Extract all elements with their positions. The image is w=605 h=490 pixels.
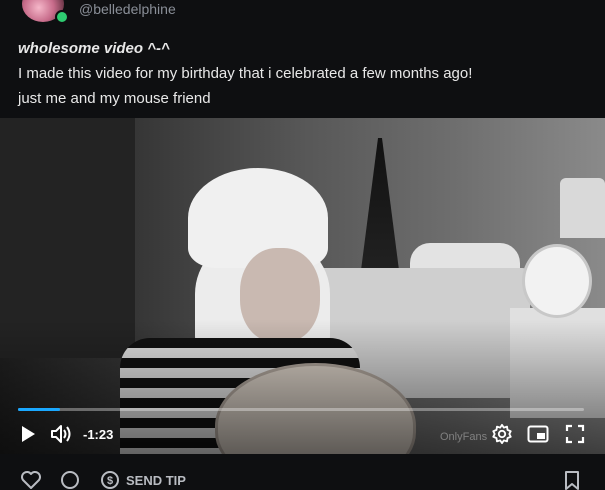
bookmark-icon: [565, 471, 579, 490]
post-line-2: just me and my mouse friend: [18, 90, 211, 107]
picture-in-picture-icon: [527, 425, 549, 443]
volume-button[interactable]: [49, 422, 75, 446]
video-progress-fill: [18, 408, 61, 411]
post-header: @belledelphine: [0, 0, 605, 30]
online-status-dot: [55, 10, 69, 24]
like-button[interactable]: [20, 470, 42, 490]
video-progress-bar[interactable]: [18, 408, 584, 411]
video-watermark: OnlyFans: [440, 431, 488, 443]
play-icon: [22, 426, 35, 442]
post-actions: $ SEND TIP: [0, 464, 605, 490]
bookmark-button[interactable]: [563, 470, 581, 490]
video-player[interactable]: -1:23 OnlyFans: [0, 118, 605, 454]
heart-icon: [21, 471, 41, 489]
dollar-circle-icon: $: [101, 471, 119, 489]
picture-in-picture-button[interactable]: [526, 422, 550, 446]
comment-button[interactable]: [60, 470, 80, 490]
send-tip-button[interactable]: $ SEND TIP: [100, 470, 186, 490]
username-link[interactable]: @belledelphine: [79, 1, 176, 17]
time-remaining: -1:23: [83, 426, 114, 442]
send-tip-label: SEND TIP: [126, 472, 186, 488]
settings-button[interactable]: [490, 422, 514, 446]
fullscreen-icon: [565, 424, 585, 444]
svg-text:$: $: [107, 475, 113, 487]
comment-icon: [61, 471, 79, 489]
play-button[interactable]: [18, 422, 38, 446]
post-title: wholesome video ^-^: [18, 40, 170, 57]
post-body: wholesome video ^-^ I made this video fo…: [18, 36, 598, 111]
gear-icon: [492, 423, 512, 445]
fullscreen-button[interactable]: [563, 422, 587, 446]
volume-icon: [51, 425, 71, 443]
post-line-1: I made this video for my birthday that i…: [18, 65, 473, 82]
video-controls-gradient: [0, 118, 605, 454]
